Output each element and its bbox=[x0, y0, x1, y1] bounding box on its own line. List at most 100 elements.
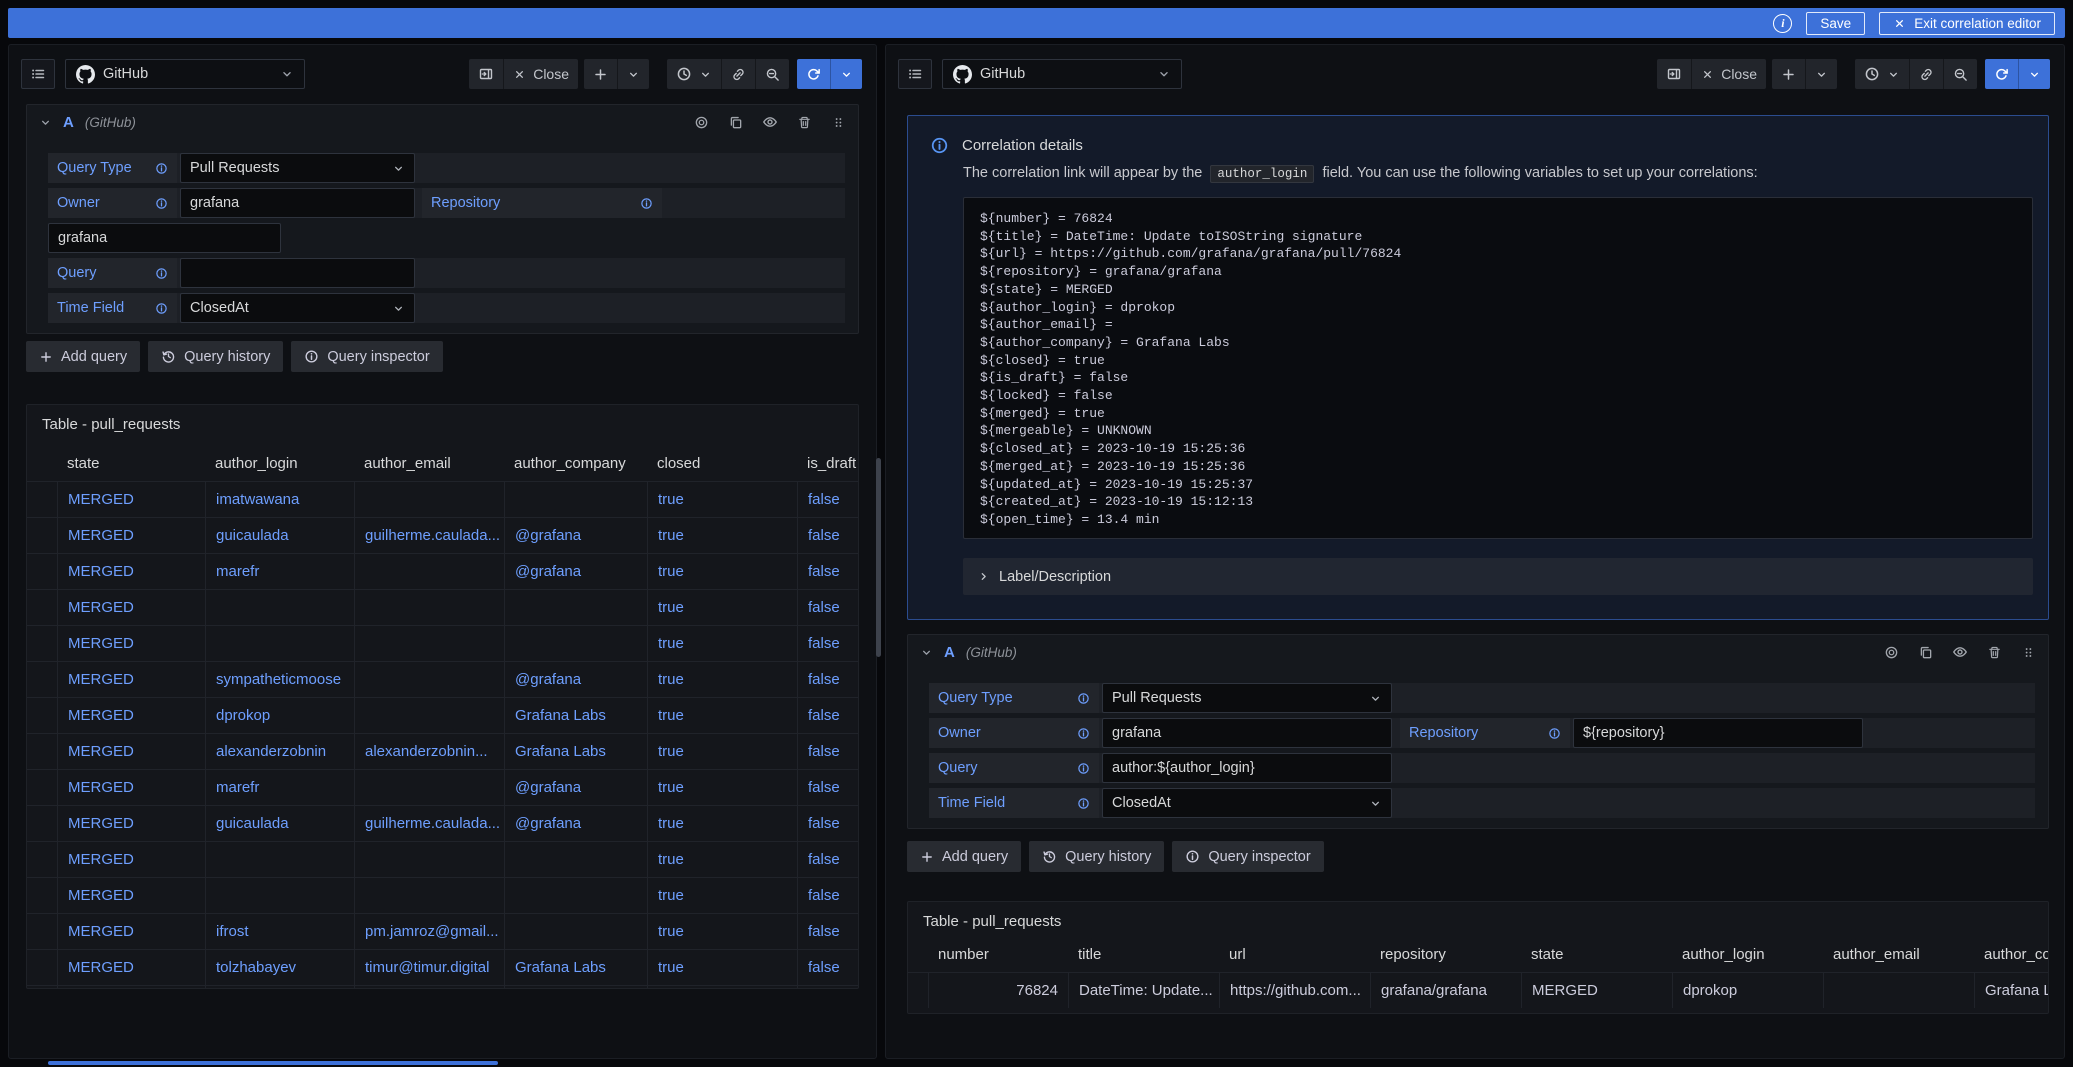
zoom-out-button[interactable] bbox=[755, 59, 789, 89]
cell-is-draft[interactable]: false bbox=[797, 482, 858, 517]
cell-author-login[interactable]: alexanderzobnin bbox=[205, 734, 354, 769]
cell-author-company[interactable]: @grafana bbox=[504, 662, 647, 697]
info-icon[interactable] bbox=[155, 267, 168, 280]
cell-author-company[interactable] bbox=[504, 842, 647, 877]
cell-state[interactable]: MERGED bbox=[57, 914, 205, 949]
cell-is-draft[interactable]: false bbox=[797, 770, 858, 805]
cell-closed[interactable]: true bbox=[647, 950, 797, 985]
info-icon[interactable] bbox=[1077, 797, 1090, 810]
cell-author-login[interactable]: ifrost bbox=[205, 914, 354, 949]
cell-is-draft[interactable]: false bbox=[797, 590, 858, 625]
cell-author-company[interactable]: Grafana Labs bbox=[504, 734, 647, 769]
cell-author-email[interactable] bbox=[354, 590, 504, 625]
cell-state[interactable]: MERGED bbox=[57, 950, 205, 985]
cell-author-email[interactable] bbox=[354, 662, 504, 697]
datasource-picker[interactable]: GitHub bbox=[65, 59, 305, 89]
repository-input[interactable]: ${repository} bbox=[1573, 718, 1863, 748]
query-row-header[interactable]: A (GitHub) bbox=[908, 635, 2048, 669]
cell-closed[interactable]: true bbox=[647, 518, 797, 553]
exit-correlation-editor-button[interactable]: Exit correlation editor bbox=[1879, 12, 2055, 35]
cell-is-draft[interactable]: false bbox=[797, 518, 858, 553]
cell-closed[interactable]: true bbox=[647, 698, 797, 733]
info-icon[interactable] bbox=[1077, 727, 1090, 740]
label-description-collapse[interactable]: Label/Description bbox=[963, 558, 2033, 595]
cell-author-login[interactable]: marefr bbox=[205, 770, 354, 805]
cell-author-login[interactable]: dprokop bbox=[205, 698, 354, 733]
drag-handle-icon[interactable] bbox=[831, 115, 846, 130]
cell-closed[interactable]: true bbox=[647, 878, 797, 913]
link-button[interactable] bbox=[1909, 59, 1943, 89]
cell-author-login[interactable]: imatwawana bbox=[205, 482, 354, 517]
query-input[interactable]: author:${author_login} bbox=[1102, 753, 1392, 783]
cell-author-company[interactable] bbox=[504, 986, 647, 989]
query-history-button[interactable]: Query history bbox=[148, 341, 283, 372]
cell-is-draft[interactable]: false bbox=[797, 806, 858, 841]
cell-closed[interactable]: true bbox=[647, 842, 797, 877]
save-button[interactable]: Save bbox=[1806, 12, 1865, 35]
info-icon[interactable]: i bbox=[1773, 14, 1792, 33]
cell-author-login[interactable] bbox=[205, 986, 354, 989]
column-header[interactable]: repository bbox=[1370, 936, 1521, 972]
cell-is-draft[interactable]: false bbox=[797, 662, 858, 697]
cell-author-company[interactable] bbox=[504, 878, 647, 913]
cell-state[interactable]: MERGED bbox=[57, 842, 205, 877]
trash-icon[interactable] bbox=[1987, 645, 2002, 660]
column-header[interactable]: is_draft bbox=[797, 445, 858, 481]
cell-author-login[interactable] bbox=[205, 626, 354, 661]
info-icon[interactable] bbox=[1077, 692, 1090, 705]
query-type-select[interactable]: Pull Requests bbox=[1102, 683, 1392, 713]
column-header[interactable]: author_company bbox=[1974, 936, 2048, 972]
info-icon[interactable] bbox=[155, 162, 168, 175]
owner-input[interactable]: grafana bbox=[180, 188, 415, 218]
cell-author-company[interactable]: Grafana Labs bbox=[504, 950, 647, 985]
info-icon[interactable] bbox=[1548, 727, 1561, 740]
add-query-button[interactable]: Add query bbox=[907, 841, 1021, 872]
cell-author-company[interactable]: @grafana bbox=[504, 806, 647, 841]
cell-author-email[interactable] bbox=[354, 842, 504, 877]
cell-author-company[interactable]: @grafana bbox=[504, 554, 647, 589]
cell-closed[interactable]: true bbox=[647, 770, 797, 805]
refresh-button[interactable] bbox=[1985, 59, 2018, 89]
cell-closed[interactable]: true bbox=[647, 734, 797, 769]
column-header[interactable]: state bbox=[57, 445, 205, 481]
time-range-button[interactable] bbox=[1855, 59, 1909, 89]
cell-state[interactable]: MERGED bbox=[57, 806, 205, 841]
column-header[interactable]: author_email bbox=[354, 445, 504, 481]
close-panel-button[interactable]: Close bbox=[503, 59, 578, 89]
cell-author-email[interactable] bbox=[354, 986, 504, 989]
time-field-select[interactable]: ClosedAt bbox=[1102, 788, 1392, 818]
cell-author-company[interactable] bbox=[504, 590, 647, 625]
cell-author-email[interactable]: timur@timur.digital bbox=[354, 950, 504, 985]
cell-author-company[interactable] bbox=[504, 482, 647, 517]
cell-state[interactable]: MERGED bbox=[57, 878, 205, 913]
cell-author-company[interactable]: @grafana bbox=[504, 770, 647, 805]
add-button[interactable] bbox=[1772, 59, 1805, 89]
refresh-button[interactable] bbox=[797, 59, 830, 89]
query-inspector-button[interactable]: Query inspector bbox=[1172, 841, 1323, 872]
cell-author-login[interactable]: guicaulada bbox=[205, 518, 354, 553]
column-header[interactable]: author_login bbox=[1672, 936, 1823, 972]
cell-author-email[interactable] bbox=[354, 626, 504, 661]
column-header[interactable]: title bbox=[1068, 936, 1219, 972]
cell-author-email[interactable]: guilherme.caulada... bbox=[354, 806, 504, 841]
cell-state[interactable] bbox=[57, 986, 205, 989]
refresh-interval-button[interactable] bbox=[830, 59, 862, 89]
cell-author-login[interactable]: guicaulada bbox=[205, 806, 354, 841]
duplicate-query-icon[interactable] bbox=[1918, 645, 1933, 660]
cell-state[interactable]: MERGED bbox=[57, 698, 205, 733]
info-icon[interactable] bbox=[1077, 762, 1090, 775]
column-header[interactable]: author_email bbox=[1823, 936, 1974, 972]
info-icon[interactable] bbox=[155, 197, 168, 210]
cell-author-company[interactable] bbox=[504, 914, 647, 949]
cell-state[interactable]: MERGED bbox=[57, 554, 205, 589]
cell-author-email[interactable] bbox=[354, 698, 504, 733]
cell-author-login[interactable] bbox=[205, 590, 354, 625]
cell-author-company[interactable] bbox=[504, 626, 647, 661]
cell-author-email[interactable] bbox=[354, 878, 504, 913]
cell-author-login[interactable]: marefr bbox=[205, 554, 354, 589]
close-panel-button[interactable]: Close bbox=[1691, 59, 1766, 89]
cell-author-login[interactable]: tolzhabayev bbox=[205, 950, 354, 985]
query-type-select[interactable]: Pull Requests bbox=[180, 153, 415, 183]
cell-closed[interactable]: true bbox=[647, 914, 797, 949]
disable-query-icon[interactable] bbox=[1884, 645, 1899, 660]
